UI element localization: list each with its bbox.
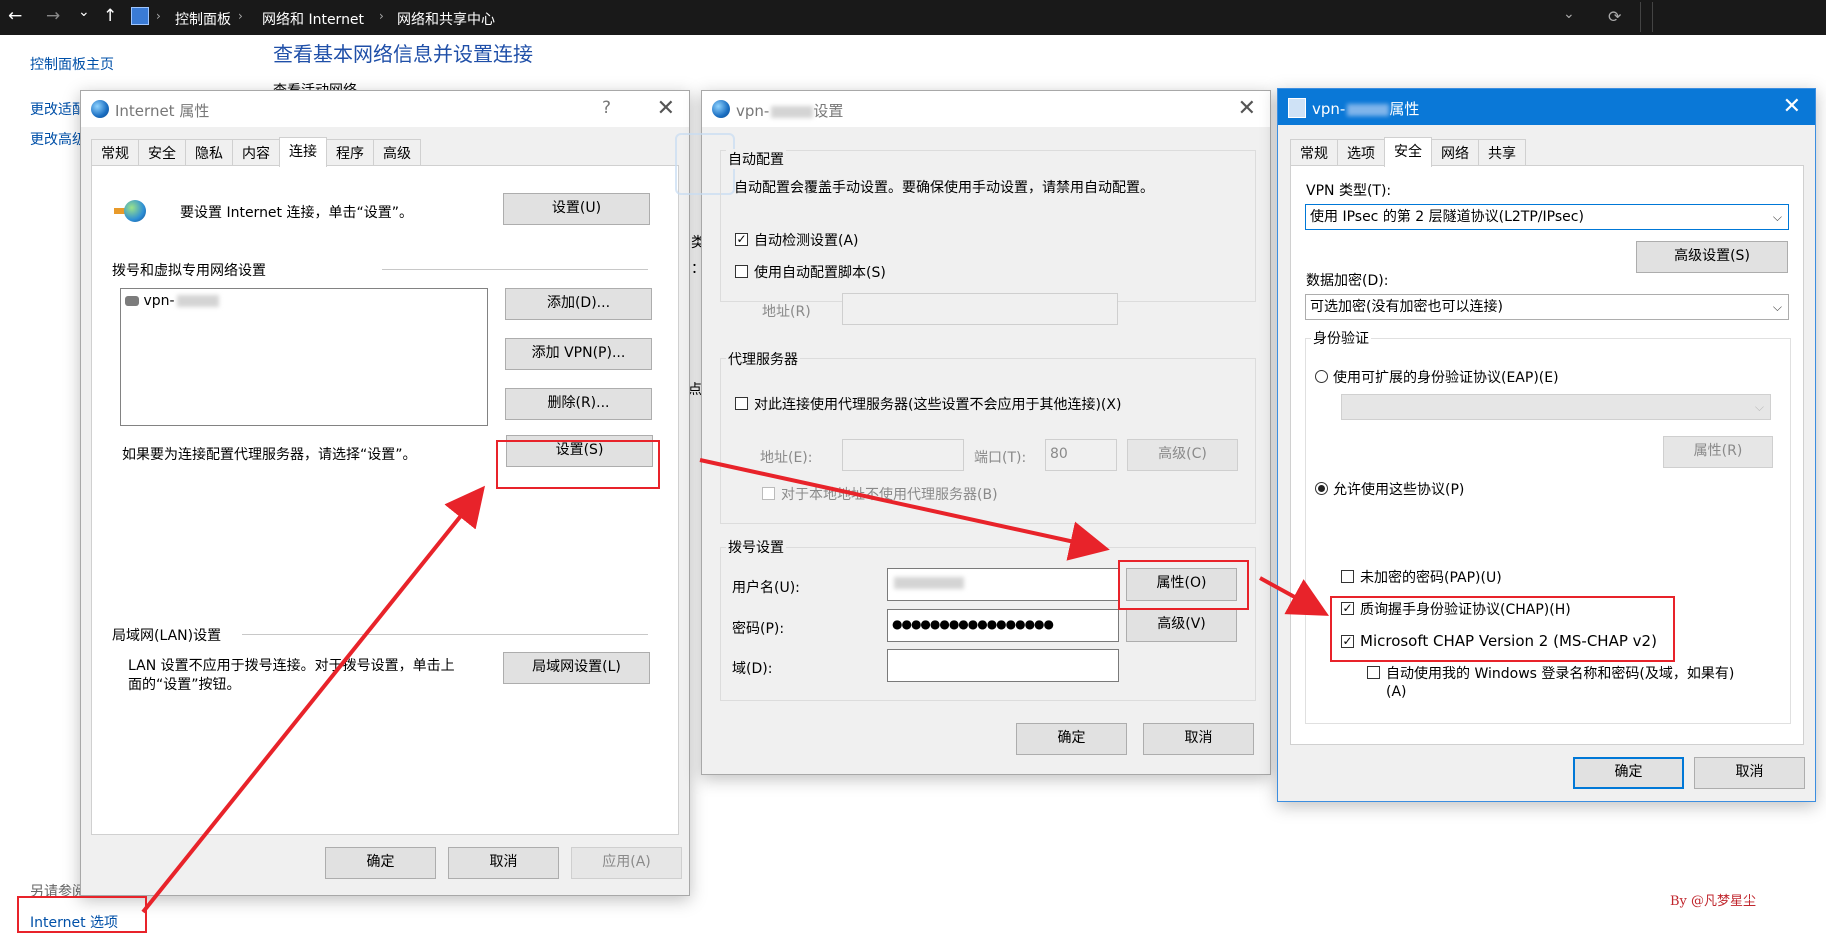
arrow-to-properties bbox=[699, 458, 1110, 561]
tab-security[interactable]: 安全 bbox=[1384, 137, 1432, 167]
arrow-to-chap bbox=[1259, 576, 1330, 616]
annotation-arrows bbox=[141, 458, 1330, 914]
author-watermark: By @凡梦星尘 bbox=[1670, 894, 1757, 909]
arrow-to-settings bbox=[141, 485, 486, 914]
tab-connections[interactable]: 连接 bbox=[279, 137, 327, 167]
